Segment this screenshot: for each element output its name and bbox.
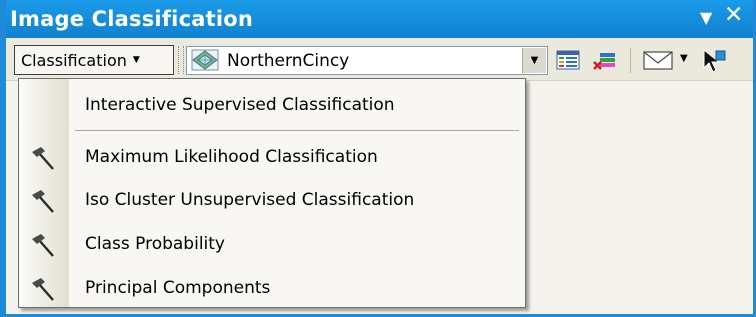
toolbar-grip[interactable] [178,46,184,74]
clear-training-samples-icon[interactable] [592,50,618,76]
menu-separator [75,130,519,131]
classification-menu-button[interactable]: Classification ▼ [14,45,174,75]
menu-item-label: Interactive Supervised Classification [85,95,395,115]
close-icon[interactable]: ✕ [724,2,743,28]
menu-item-label: Iso Cluster Unsupervised Classification [85,190,415,210]
hammer-icon [31,189,57,219]
layer-select[interactable]: NorthernCincy ▼ [186,46,548,75]
select-pointer-icon[interactable] [701,48,727,78]
toolbar-separator [630,48,631,73]
menu-item-label: Maximum Likelihood Classification [85,147,378,167]
layer-select-value: NorthernCincy [227,51,350,71]
menu-item-label: Principal Components [85,278,271,298]
raster-layer-icon [191,49,219,75]
training-sample-manager-icon[interactable] [556,50,580,74]
menu-item-interactive-supervised-classification[interactable]: Interactive Supervised Classification [19,86,525,126]
chevron-down-icon[interactable]: ▼ [522,48,546,73]
hammer-icon [31,233,57,263]
image-classification-window: Image Classification ▼ ✕ Classification … [0,0,756,317]
chevron-down-icon: ▼ [132,55,140,65]
hammer-icon [31,277,57,307]
hammer-icon [31,146,57,176]
title-bar[interactable]: Image Classification ▼ ✕ [6,0,753,38]
menu-item-maximum-likelihood-classification[interactable]: Maximum Likelihood Classification [19,138,525,178]
chevron-down-icon[interactable]: ▼ [680,53,688,64]
window-options-dropdown-icon[interactable]: ▼ [700,8,712,27]
window-title: Image Classification [10,7,253,31]
menu-item-iso-cluster-unsupervised-classification[interactable]: Iso Cluster Unsupervised Classification [19,181,525,221]
menu-item-class-probability[interactable]: Class Probability [19,225,525,265]
menu-item-label: Class Probability [85,234,225,254]
polygon-draw-tool-icon[interactable] [642,49,674,75]
toolbar: Classification ▼ NorthernCincy ▼ ▼ [6,38,753,81]
classification-dropdown-menu: Interactive Supervised Classification Ma… [18,78,526,308]
classification-menu-label: Classification [21,50,127,70]
menu-item-principal-components[interactable]: Principal Components [19,269,525,309]
